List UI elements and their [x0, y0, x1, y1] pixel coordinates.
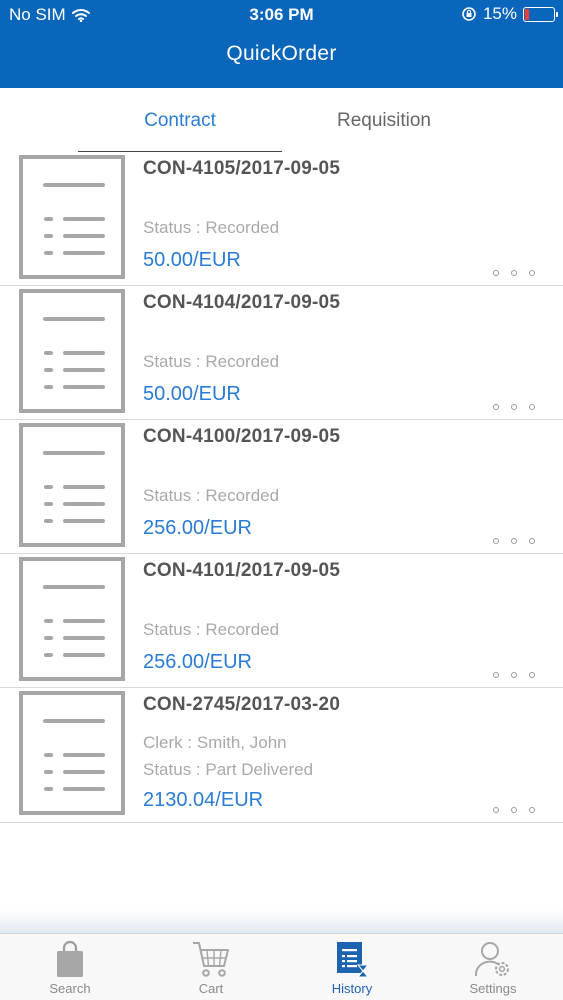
contract-id: CON-4100/2017-09-05	[143, 426, 341, 447]
app-title: QuickOrder	[226, 42, 337, 65]
tab-requisition[interactable]: Requisition	[282, 88, 486, 154]
contract-amount: 256.00/EUR	[143, 517, 252, 539]
bottom-tab-bar: Search Cart History Settings	[0, 933, 563, 1000]
document-icon	[19, 155, 125, 279]
contract-id: CON-2745/2017-03-20	[143, 694, 341, 715]
nav-search-label: Search	[49, 981, 91, 996]
document-icon	[19, 691, 125, 815]
contract-row[interactable]: CON-4104/2017-09-05 Status : Recorded 50…	[0, 286, 563, 420]
nav-cart-label: Cart	[198, 981, 224, 996]
contract-amount: 2130.04/EUR	[143, 789, 264, 811]
user-settings-icon	[474, 942, 509, 977]
contract-id: CON-4104/2017-09-05	[143, 292, 341, 313]
status-right: 15%	[461, 4, 558, 24]
nav-settings[interactable]: Settings	[423, 934, 563, 1000]
more-options-icon[interactable]	[493, 404, 535, 410]
nav-search[interactable]: Search	[0, 934, 140, 1000]
contract-status: Status : Recorded	[143, 352, 280, 371]
more-options-icon[interactable]	[493, 672, 535, 678]
document-icon	[19, 289, 125, 413]
contract-status: Status : Recorded	[143, 486, 280, 505]
orientation-lock-icon	[462, 7, 476, 21]
document-icon	[19, 557, 125, 681]
contract-id: CON-4105/2017-09-05	[143, 158, 341, 179]
segment-tabs: Contract Requisition	[0, 88, 563, 154]
contract-row[interactable]: CON-4105/2017-09-05 Status : Recorded 50…	[0, 152, 563, 286]
contract-clerk: Clerk : Smith, John	[143, 733, 287, 752]
nav-history[interactable]: History	[282, 934, 422, 1000]
shopping-bag-icon	[57, 940, 83, 977]
tab-contract[interactable]: Contract	[78, 88, 282, 154]
nav-history-label: History	[331, 981, 373, 996]
history-document-icon	[337, 942, 370, 978]
cart-icon	[193, 942, 229, 977]
document-icon	[19, 423, 125, 547]
battery-level	[525, 8, 529, 20]
tabbar-shadow	[0, 910, 563, 934]
battery-icon	[523, 6, 558, 22]
contract-row[interactable]: CON-4101/2017-09-05 Status : Recorded 25…	[0, 554, 563, 688]
contract-amount: 256.00/EUR	[143, 651, 252, 673]
more-options-icon[interactable]	[493, 270, 535, 276]
contract-status: Status : Part Delivered	[143, 760, 314, 779]
contract-row[interactable]: CON-4100/2017-09-05 Status : Recorded 25…	[0, 420, 563, 554]
contract-row[interactable]: CON-2745/2017-03-20 Clerk : Smith, John …	[0, 688, 563, 823]
contract-status: Status : Recorded	[143, 218, 280, 237]
battery-percent: 15%	[482, 4, 517, 23]
more-options-icon[interactable]	[493, 538, 535, 544]
app-header: No SIM 3:06 PM 15% QuickOrder	[0, 0, 563, 88]
contract-amount: 50.00/EUR	[143, 383, 241, 405]
status-bar: No SIM 3:06 PM 15%	[0, 0, 563, 30]
app-screen: No SIM 3:06 PM 15% QuickOrder Contract R…	[0, 0, 563, 1000]
nav-cart[interactable]: Cart	[141, 934, 281, 1000]
contract-id: CON-4101/2017-09-05	[143, 560, 341, 581]
more-options-icon[interactable]	[493, 807, 535, 813]
contract-status: Status : Recorded	[143, 620, 280, 639]
nav-settings-label: Settings	[469, 981, 517, 996]
contract-amount: 50.00/EUR	[143, 249, 241, 271]
contract-list: CON-4105/2017-09-05 Status : Recorded 50…	[0, 152, 563, 823]
